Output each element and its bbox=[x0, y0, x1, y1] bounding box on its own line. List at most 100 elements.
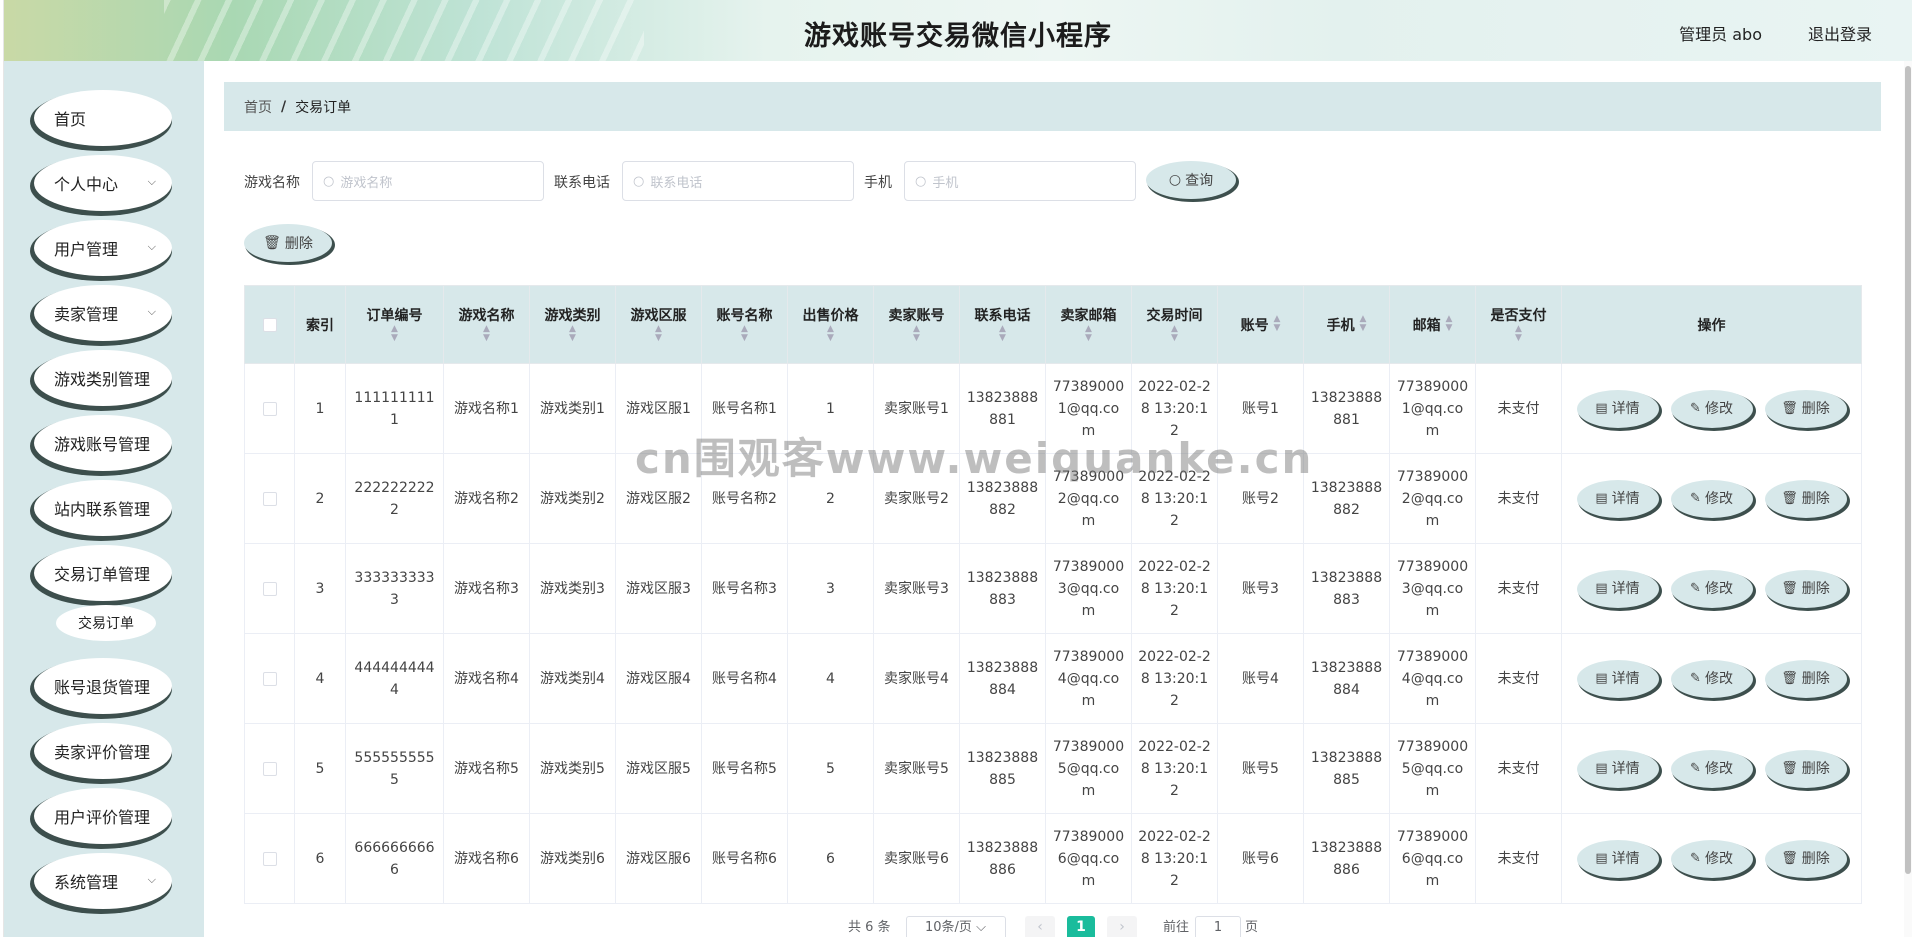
sort-icon[interactable]: ▲ ▼ bbox=[1171, 325, 1178, 343]
sidebar-item-order-management[interactable]: 交易订单管理 bbox=[34, 545, 172, 601]
detail-button[interactable]: ▤ 详情 bbox=[1576, 569, 1659, 608]
row-checkbox[interactable] bbox=[262, 401, 277, 416]
delete-button[interactable]: 🗑 删除 bbox=[1764, 749, 1847, 788]
col-contact-phone[interactable]: 联系电话 ▲ ▼ bbox=[959, 285, 1046, 364]
sort-icon[interactable]: ▲ ▼ bbox=[1445, 314, 1452, 333]
sidebar-item-game-category-management[interactable]: 游戏类别管理 bbox=[34, 350, 172, 406]
breadcrumb-home[interactable]: 首页 bbox=[244, 97, 272, 117]
sort-icon[interactable]: ▲ ▼ bbox=[655, 325, 662, 343]
prev-page-button[interactable]: ‹ bbox=[1025, 916, 1055, 937]
delete-button[interactable]: 🗑 删除 bbox=[1764, 389, 1847, 428]
col-seller-email[interactable]: 卖家邮箱 ▲ ▼ bbox=[1045, 285, 1132, 364]
next-page-button[interactable]: › bbox=[1107, 916, 1137, 937]
detail-button[interactable]: ▤ 详情 bbox=[1576, 479, 1659, 518]
edit-button[interactable]: ✎ 修改 bbox=[1670, 389, 1753, 428]
sort-icon[interactable]: ▲ ▼ bbox=[1273, 314, 1280, 333]
col-game-name[interactable]: 游戏名称 ▲ ▼ bbox=[443, 285, 530, 364]
page-size-select[interactable]: 10条/页 ⌵ bbox=[906, 916, 1006, 937]
cell-seller-account: 卖家账号1 bbox=[873, 363, 960, 454]
detail-button[interactable]: ▤ 详情 bbox=[1576, 749, 1659, 788]
sort-icon[interactable]: ▲ ▼ bbox=[391, 325, 398, 343]
document-icon: ▤ bbox=[1595, 670, 1608, 686]
row-checkbox[interactable] bbox=[262, 671, 277, 686]
sort-icon[interactable]: ▲ ▼ bbox=[913, 325, 920, 343]
detail-label: 详情 bbox=[1611, 760, 1640, 777]
sidebar-item-home[interactable]: 首页 bbox=[34, 90, 172, 146]
delete-button[interactable]: 🗑 删除 bbox=[1764, 569, 1847, 608]
chevron-left-icon: ‹ bbox=[1037, 919, 1043, 935]
pencil-icon: ✎ bbox=[1690, 400, 1701, 416]
delete-button[interactable]: 🗑 删除 bbox=[1764, 659, 1847, 698]
edit-button[interactable]: ✎ 修改 bbox=[1670, 839, 1753, 878]
sort-icon[interactable]: ▲ ▼ bbox=[827, 325, 834, 343]
col-mobile[interactable]: 手机 ▲ ▼ bbox=[1303, 285, 1390, 364]
col-paid[interactable]: 是否支付 ▲ ▼ bbox=[1475, 285, 1562, 364]
submenu-item-label: 交易订单 bbox=[78, 616, 134, 632]
sidebar-item-game-account-management[interactable]: 游戏账号管理 bbox=[34, 415, 172, 471]
detail-button[interactable]: ▤ 详情 bbox=[1576, 389, 1659, 428]
cell-seller-email: 773890001@qq.com bbox=[1045, 363, 1132, 454]
sidebar-item-user-review-management[interactable]: 用户评价管理 bbox=[34, 788, 172, 844]
col-account-name[interactable]: 账号名称 ▲ ▼ bbox=[701, 285, 788, 364]
cell-email: 773890006@qq.com bbox=[1389, 813, 1476, 904]
logout-button[interactable]: 退出登录 bbox=[1808, 21, 1872, 45]
col-trade-time[interactable]: 交易时间 ▲ ▼ bbox=[1131, 285, 1218, 364]
sidebar-item-personal-center[interactable]: 个人中心 ⌵ bbox=[34, 155, 172, 211]
edit-button[interactable]: ✎ 修改 bbox=[1670, 659, 1753, 698]
goto-label: 前往 bbox=[1163, 920, 1190, 935]
table-row: 4 4444444444 游戏名称4 游戏类别4 游戏区服4 账号名称4 4 卖家账号4 138… bbox=[244, 633, 1862, 724]
sort-icon[interactable]: ▲ ▼ bbox=[1359, 314, 1366, 333]
sort-icon[interactable]: ▲ ▼ bbox=[569, 325, 576, 343]
sidebar-item-seller-management[interactable]: 卖家管理 ⌵ bbox=[34, 285, 172, 341]
select-all-checkbox[interactable] bbox=[262, 317, 277, 332]
row-checkbox[interactable] bbox=[262, 491, 277, 506]
edit-button[interactable]: ✎ 修改 bbox=[1670, 749, 1753, 788]
col-game-server[interactable]: 游戏区服 ▲ ▼ bbox=[615, 285, 702, 364]
page-number-current[interactable]: 1 bbox=[1067, 916, 1095, 937]
col-email[interactable]: 邮箱 ▲ ▼ bbox=[1389, 285, 1476, 364]
col-account[interactable]: 账号 ▲ ▼ bbox=[1217, 285, 1304, 364]
col-price[interactable]: 出售价格 ▲ ▼ bbox=[787, 285, 874, 364]
sort-icon[interactable]: ▲ ▼ bbox=[1515, 325, 1522, 343]
sort-icon[interactable]: ▲ ▼ bbox=[483, 325, 490, 343]
pencil-icon: ✎ bbox=[1690, 670, 1701, 686]
sort-icon[interactable]: ▲ ▼ bbox=[999, 325, 1006, 343]
sidebar-item-user-management[interactable]: 用户管理 ⌵ bbox=[34, 220, 172, 276]
sidebar-item-return-management[interactable]: 账号退货管理 bbox=[34, 658, 172, 714]
detail-button[interactable]: ▤ 详情 bbox=[1576, 839, 1659, 878]
col-seller-account[interactable]: 卖家账号 ▲ ▼ bbox=[873, 285, 960, 364]
search-icon: ○ bbox=[323, 173, 335, 189]
row-checkbox[interactable] bbox=[262, 581, 277, 596]
col-label: 索引 bbox=[306, 317, 334, 334]
sort-icon[interactable]: ▲ ▼ bbox=[1085, 325, 1092, 343]
query-button[interactable]: ○ 查询 bbox=[1146, 161, 1236, 199]
delete-button[interactable]: 🗑 删除 bbox=[1764, 839, 1847, 878]
delete-button[interactable]: 🗑 删除 bbox=[1764, 479, 1847, 518]
row-select-cell bbox=[244, 453, 295, 544]
document-icon: ▤ bbox=[1595, 850, 1608, 866]
sidebar-item-system-management[interactable]: 系统管理 ⌵ bbox=[34, 853, 172, 909]
mobile-input[interactable]: ○ 手机 bbox=[904, 161, 1136, 201]
row-checkbox[interactable] bbox=[262, 761, 277, 776]
batch-delete-button[interactable]: 🗑 删除 bbox=[244, 224, 332, 262]
edit-button[interactable]: ✎ 修改 bbox=[1670, 479, 1753, 518]
sidebar-item-site-contact-management[interactable]: 站内联系管理 bbox=[34, 480, 172, 536]
row-checkbox[interactable] bbox=[262, 851, 277, 866]
cell-seller-email: 773890003@qq.com bbox=[1045, 543, 1132, 634]
scrollbar-thumb[interactable] bbox=[1905, 66, 1911, 874]
sidebar: 首页 个人中心 ⌵ 用户管理 ⌵ 卖家管理 ⌵ 游戏类别管理 游戏账号管理 站内联系管… bbox=[4, 61, 204, 937]
edit-button[interactable]: ✎ 修改 bbox=[1670, 569, 1753, 608]
col-order-no[interactable]: 订单编号 ▲ ▼ bbox=[345, 285, 444, 364]
goto-page-input[interactable]: 1 bbox=[1195, 916, 1241, 937]
col-label: 游戏名称 bbox=[458, 308, 515, 324]
pagination-total: 共 6 条 bbox=[848, 920, 891, 935]
sort-icon[interactable]: ▲ ▼ bbox=[741, 325, 748, 343]
detail-button[interactable]: ▤ 详情 bbox=[1576, 659, 1659, 698]
sidebar-item-seller-review-management[interactable]: 卖家评价管理 bbox=[34, 723, 172, 779]
sidebar-item-label: 站内联系管理 bbox=[54, 500, 151, 519]
sidebar-item-label: 卖家管理 bbox=[54, 305, 119, 324]
col-game-category[interactable]: 游戏类别 ▲ ▼ bbox=[529, 285, 616, 364]
submenu-item-orders[interactable]: 交易订单 bbox=[56, 605, 156, 641]
game-name-input[interactable]: ○ 游戏名称 bbox=[312, 161, 544, 201]
phone-input[interactable]: ○ 联系电话 bbox=[622, 161, 854, 201]
